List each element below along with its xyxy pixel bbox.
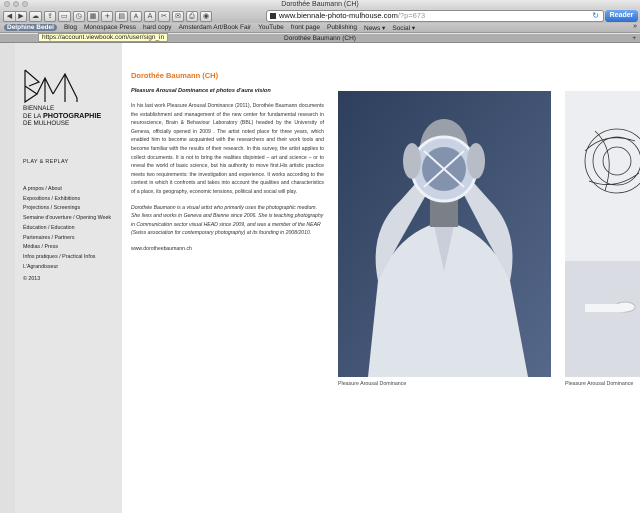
nav-education[interactable]: Éducation / Education	[23, 224, 111, 234]
nav-about[interactable]: A propos / About	[23, 185, 111, 195]
window-title: Dorothée Baumann (CH)	[281, 1, 359, 8]
reader-button[interactable]: Reader	[605, 10, 638, 22]
bookmarks-icon[interactable]: ▭	[58, 10, 71, 22]
mail-icon[interactable]: ✉	[171, 10, 184, 22]
zoom-window-button[interactable]	[22, 1, 28, 7]
nav-exhibitions[interactable]: Expositions / Exhibitions	[23, 195, 111, 205]
close-window-button[interactable]	[4, 1, 10, 7]
site-tagline: PLAY & REPLAY	[23, 159, 69, 165]
gallery-photo-2[interactable]	[565, 91, 640, 377]
sidebar-nav: A propos / About Expositions / Exhibitio…	[23, 185, 111, 285]
bookmark-youtube[interactable]: YouTube	[258, 24, 284, 31]
man-with-lens-photo	[338, 91, 551, 377]
bookmark-delphine-bedel[interactable]: Delphine Bedel	[4, 24, 57, 31]
artist-bio: Dorothée Baumann is a visual artist who …	[131, 204, 324, 237]
address-bar[interactable]: www.biennale-photo-mulhouse.com/?p=673 ↻	[266, 10, 604, 22]
work-title: Pleasure Arousal Dominance et photos d'a…	[131, 88, 271, 94]
window-title-bar: Dorothée Baumann (CH)	[0, 0, 640, 9]
minimize-window-button[interactable]	[13, 1, 19, 7]
share-icon[interactable]: ⇪	[44, 10, 56, 22]
logo-line-3: PHOTOGRAPHIE	[42, 111, 102, 120]
window-controls	[4, 1, 28, 7]
safari-icon[interactable]: ◉	[199, 10, 213, 22]
nav-practical-infos[interactable]: Infos pratiques / Practical Infos	[23, 253, 111, 263]
font-larger-button[interactable]: A	[143, 10, 156, 22]
new-tab-icon[interactable]: +	[632, 34, 636, 43]
url-host: www.biennale-photo-mulhouse.com	[279, 11, 398, 20]
reload-icon[interactable]: ↻	[592, 11, 599, 21]
bookmark-news-menu[interactable]: News ▾	[364, 24, 385, 32]
site-sidebar: BIENNALE DE LA PHOTOGRAPHIE DE MULHOUSE …	[15, 43, 122, 513]
nav-agrandisseur[interactable]: L'Agrandisseur	[23, 263, 111, 273]
link-tooltip: https://account.viewbook.com/user/sign_i…	[38, 33, 169, 42]
font-smaller-button[interactable]: A	[129, 10, 142, 22]
article-body: In his last work Pleasure Arousal Domina…	[131, 103, 324, 195]
bookmark-blog[interactable]: Blog	[64, 24, 77, 31]
web-page: BIENNALE DE LA PHOTOGRAPHIE DE MULHOUSE …	[0, 43, 640, 513]
bookmark-front-page[interactable]: front page	[291, 24, 320, 31]
url-query: /?p=673	[397, 11, 426, 20]
artist-website-link[interactable]: www.dorotheebaumann.ch	[131, 246, 324, 252]
gallery-photo-1[interactable]	[338, 91, 551, 377]
logo-line-4: DE MULHOUSE	[23, 120, 70, 127]
photo-caption-2: Pleasure Arousal Dominance	[565, 381, 634, 387]
artist-name: Dorothée Baumann (CH)	[131, 71, 219, 80]
photo-caption-1: Pleasure Arousal Dominance	[338, 381, 407, 387]
bookmark-hard-copy[interactable]: hard copy	[143, 24, 172, 31]
back-forward-buttons: ◀ ▶	[3, 10, 27, 22]
forward-arrow-icon[interactable]: ▶	[15, 11, 26, 21]
copyright: © 2013	[23, 276, 41, 283]
nav-partners[interactable]: Partenaires / Partners	[23, 234, 111, 244]
bookmarks-bar: Delphine Bedel Blog Monospace Press hard…	[0, 23, 640, 33]
article: Dorothée Baumann (CH) Pleasure Arousal D…	[131, 71, 324, 252]
bookmark-amsterdam-art-book-fair[interactable]: Amsterdam Art/Book Fair	[179, 24, 252, 31]
reading-list-icon[interactable]: ▦	[86, 10, 100, 22]
bookmark-publishing[interactable]: Publishing	[327, 24, 357, 31]
nav-press[interactable]: Médias / Press	[23, 243, 111, 253]
history-icon[interactable]: ◷	[72, 10, 85, 22]
bookmark-social-menu[interactable]: Social ▾	[392, 24, 415, 32]
page-gutter	[0, 43, 15, 513]
site-favicon-icon	[270, 13, 276, 19]
drawing-on-wall-photo	[565, 91, 640, 377]
bookmarks-overflow-icon[interactable]: »	[633, 23, 637, 30]
bookmark-monospace-press[interactable]: Monospace Press	[84, 24, 136, 31]
add-bookmark-icon[interactable]: +	[101, 10, 114, 22]
print-icon[interactable]: ⎙	[185, 10, 198, 22]
nav-opening-week[interactable]: Semaine d'ouverture / Opening Week	[23, 214, 111, 224]
scissors-icon[interactable]: ✂	[157, 10, 170, 22]
logo-wordmark: BIENNALE DE LA PHOTOGRAPHIE DE MULHOUSE	[23, 105, 101, 127]
icloud-tabs-icon[interactable]: ☁	[29, 10, 42, 22]
top-sites-icon[interactable]: ▤	[115, 10, 128, 22]
active-tab[interactable]: Dorothée Baumann (CH)	[284, 35, 356, 42]
back-arrow-icon[interactable]: ◀	[4, 12, 15, 21]
nav-screenings[interactable]: Projections / Screenings	[23, 204, 111, 214]
logo-line-2: DE LA	[23, 113, 42, 120]
